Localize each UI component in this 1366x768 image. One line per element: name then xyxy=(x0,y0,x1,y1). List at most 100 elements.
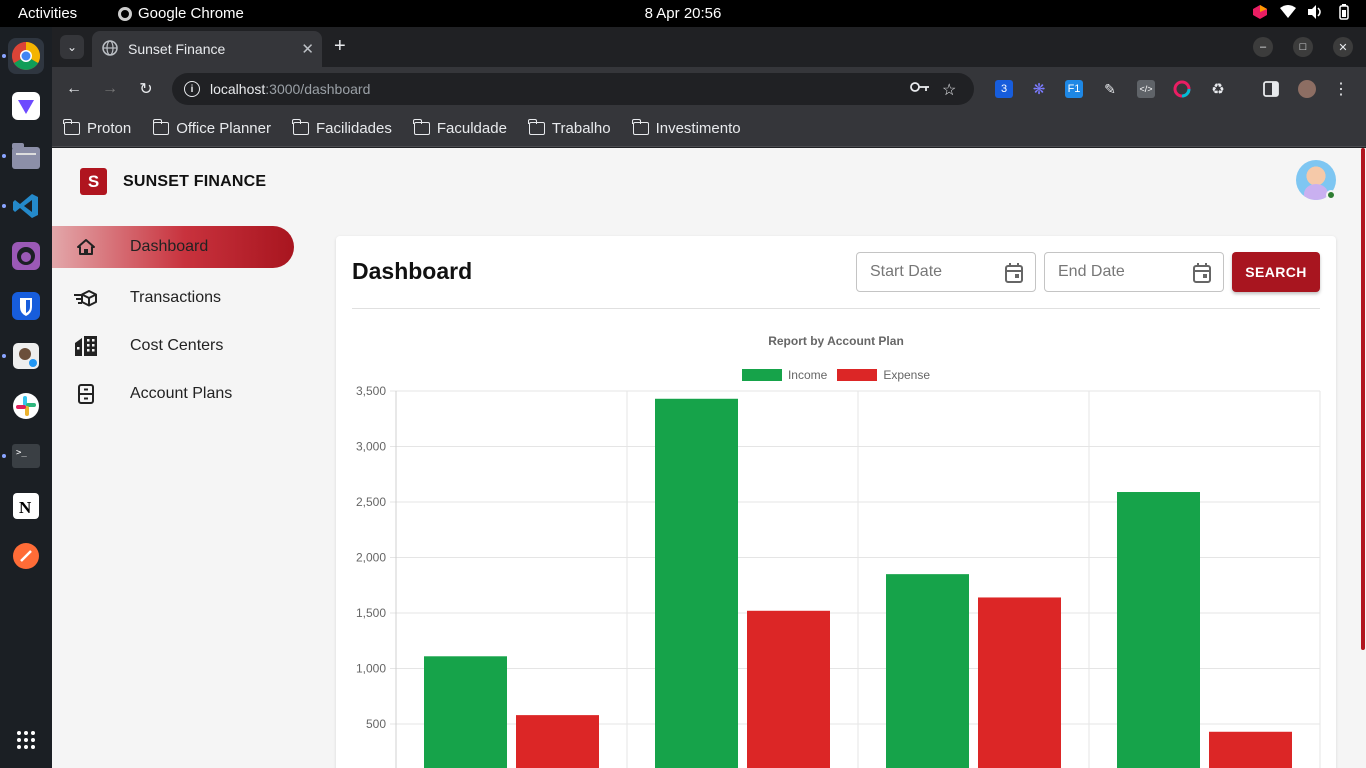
site-info-icon[interactable]: i xyxy=(184,81,200,97)
page-scrollbar[interactable] xyxy=(1360,148,1366,768)
nav-cost-centers[interactable]: Cost Centers xyxy=(52,322,296,370)
color-ring-extension-icon[interactable] xyxy=(1173,80,1191,98)
bookmark-proton[interactable]: Proton xyxy=(63,119,131,137)
tab-strip: ⌄ Sunset Finance ✕ + – □ ✕ xyxy=(52,27,1366,67)
bookmark-office-planner[interactable]: Office Planner xyxy=(152,119,271,137)
nav-dashboard[interactable]: Dashboard xyxy=(52,226,294,268)
back-arrow-icon[interactable]: ← xyxy=(63,78,85,100)
nav-cost-centers-label: Cost Centers xyxy=(130,337,224,354)
bookmark-investimento[interactable]: Investimento xyxy=(631,119,741,137)
bitwarden-icon[interactable] xyxy=(8,288,44,324)
code-extension-icon[interactable]: </> xyxy=(1137,80,1155,98)
url-host: localhost xyxy=(210,81,266,97)
activities-button[interactable]: Activities xyxy=(18,5,77,22)
y-tick-label: 500 xyxy=(366,717,386,731)
bookmark-trabalho[interactable]: Trabalho xyxy=(528,119,611,137)
slack-icon[interactable] xyxy=(8,388,44,424)
browser-toolbar: ← → ↻ i localhost :3000/dashboard ☆ 3 ❋ … xyxy=(52,67,1366,111)
address-bar[interactable]: i localhost :3000/dashboard ☆ xyxy=(172,73,974,105)
page-title: Dashboard xyxy=(352,258,473,284)
globe-icon xyxy=(102,39,118,59)
close-window-icon[interactable]: ✕ xyxy=(1333,37,1353,57)
color-picker-icon[interactable]: ✎ xyxy=(1101,80,1119,98)
folder-icon xyxy=(631,119,649,135)
scrollbar-thumb[interactable] xyxy=(1361,148,1365,650)
folder-icon xyxy=(152,119,170,135)
system-tray[interactable] xyxy=(1252,4,1352,20)
postman-icon[interactable] xyxy=(8,538,44,574)
notion-icon[interactable]: N xyxy=(8,488,44,524)
sidebar-nav: Dashboard Transactions Cost Centers Acco… xyxy=(52,226,296,418)
bar-income-3 xyxy=(886,574,969,768)
nav-transactions[interactable]: Transactions xyxy=(52,274,296,322)
tab-title: Sunset Finance xyxy=(128,41,226,57)
tab-sunset-finance[interactable]: Sunset Finance ✕ xyxy=(92,31,322,67)
bar-expense-1 xyxy=(516,715,599,768)
building-icon xyxy=(74,334,98,358)
side-panel-icon[interactable] xyxy=(1262,80,1280,98)
files-icon[interactable] xyxy=(8,138,44,174)
svg-text:>_: >_ xyxy=(16,448,27,458)
account-plan-bar-chart: 3,500 3,000 2,500 2,000 1,500 1,000 500 xyxy=(356,384,1321,768)
chrome-menu-icon[interactable]: ⋮ xyxy=(1332,80,1350,98)
search-button[interactable]: SEARCH xyxy=(1232,252,1320,292)
y-tick-label: 1,500 xyxy=(356,606,386,620)
chrome-icon[interactable] xyxy=(8,38,44,74)
minimize-icon[interactable]: – xyxy=(1253,37,1273,57)
sunset-logo: S xyxy=(80,168,107,195)
folder-icon xyxy=(292,119,309,135)
bar-income-4 xyxy=(1117,492,1200,768)
battery-icon[interactable] xyxy=(1336,4,1352,20)
password-key-icon[interactable] xyxy=(910,80,930,99)
profile-avatar-icon[interactable] xyxy=(1298,80,1316,98)
f1-extension-icon[interactable]: F1 xyxy=(1065,80,1083,98)
bookmark-faculdade[interactable]: Faculdade xyxy=(413,119,507,137)
bookmark-star-icon[interactable]: ☆ xyxy=(942,80,956,100)
image-viewer-icon[interactable] xyxy=(8,338,44,374)
wifi-icon[interactable] xyxy=(1280,4,1296,20)
end-date-placeholder: End Date xyxy=(1058,263,1125,280)
extensions-puzzle-icon[interactable]: ♻ xyxy=(1209,80,1227,98)
github-desktop-icon[interactable] xyxy=(8,238,44,274)
browser-window: ⌄ Sunset Finance ✕ + – □ ✕ ← → ↻ i local… xyxy=(52,27,1366,768)
app-menu-label: Google Chrome xyxy=(138,5,244,22)
bar-expense-4 xyxy=(1209,731,1292,768)
show-apps-icon[interactable] xyxy=(8,722,44,758)
brand-name: SUNSET FINANCE xyxy=(123,172,267,190)
volume-icon[interactable] xyxy=(1308,4,1324,20)
start-date-placeholder: Start Date xyxy=(870,263,943,280)
start-date-field[interactable]: Start Date xyxy=(856,252,1036,292)
bookmarks-bar: Proton Office Planner Facilidades Faculd… xyxy=(52,111,1366,147)
delivery-box-icon xyxy=(74,286,98,310)
new-tab-plus-icon[interactable]: + xyxy=(334,35,346,57)
dashboard-card: Dashboard Start Date End Date SEARCH Rep… xyxy=(336,236,1336,768)
starburst-extension-icon[interactable]: ❋ xyxy=(1030,80,1048,98)
nav-transactions-label: Transactions xyxy=(130,289,221,306)
y-tick-label: 2,000 xyxy=(356,551,386,565)
header-divider xyxy=(352,308,1320,309)
end-date-field[interactable]: End Date xyxy=(1044,252,1224,292)
app-menu[interactable]: Google Chrome xyxy=(118,5,244,22)
cabinet-icon xyxy=(74,382,98,406)
close-tab-icon[interactable]: ✕ xyxy=(301,40,314,58)
bookmark-facilidades[interactable]: Facilidades xyxy=(292,119,392,137)
terminal-icon[interactable]: >_ xyxy=(8,438,44,474)
proton-vpn-icon[interactable] xyxy=(8,88,44,124)
bitwarden-extension-icon[interactable]: 3 xyxy=(995,80,1013,98)
tab-search-chevron-icon[interactable]: ⌄ xyxy=(60,35,84,59)
vscode-icon[interactable] xyxy=(8,188,44,224)
system-top-bar: Activities Google Chrome 8 Apr 20:56 xyxy=(0,0,1366,27)
colorful-app-icon[interactable] xyxy=(1252,4,1268,20)
bar-expense-2 xyxy=(747,610,830,768)
url-path: :3000/dashboard xyxy=(265,81,371,97)
folder-icon xyxy=(63,119,80,135)
calendar-icon[interactable] xyxy=(1005,263,1023,283)
y-tick-label: 3,500 xyxy=(356,384,386,398)
maximize-icon[interactable]: □ xyxy=(1293,37,1313,57)
brand[interactable]: S SUNSET FINANCE xyxy=(80,168,266,195)
forward-arrow-icon[interactable]: → xyxy=(99,78,121,100)
reload-icon[interactable]: ↻ xyxy=(135,78,157,100)
nav-account-plans[interactable]: Account Plans xyxy=(52,370,296,418)
calendar-icon[interactable] xyxy=(1193,263,1211,283)
bar-income-2 xyxy=(655,398,738,768)
